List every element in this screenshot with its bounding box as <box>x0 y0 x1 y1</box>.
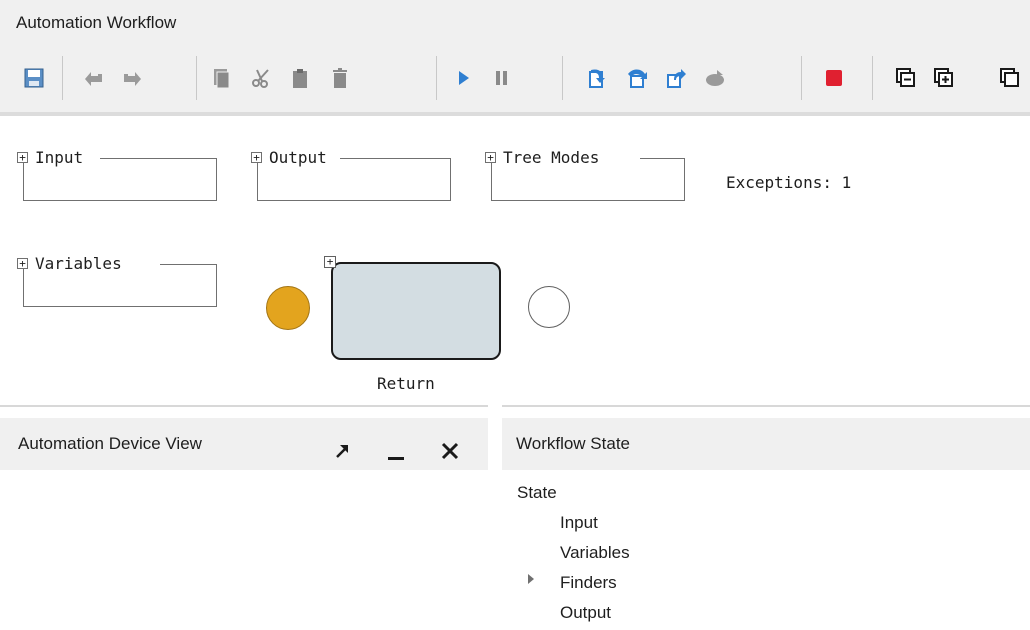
expand-all-button[interactable] <box>927 62 959 94</box>
toolbar-separator <box>801 56 802 100</box>
workflow-canvas[interactable]: + Input + Output + Tree Modes Exceptions… <box>0 116 1030 401</box>
return-activity[interactable] <box>331 262 501 360</box>
scissors-icon <box>252 69 269 88</box>
run-button[interactable] <box>447 62 479 94</box>
toolbar-separator <box>436 56 437 100</box>
toolbar-separator <box>62 56 63 100</box>
device-view-title: Automation Device View <box>18 434 202 453</box>
exceptions-count[interactable]: Exceptions: 1 <box>726 173 851 192</box>
device-view-pane: Automation Device View <box>0 418 488 630</box>
pane-separator <box>502 405 1030 407</box>
window-icon <box>1000 68 1019 87</box>
variables-group-label: Variables <box>32 254 125 273</box>
step-into-button[interactable] <box>581 62 613 94</box>
workflow-state-header: Workflow State <box>502 418 1030 470</box>
breakpoint-button[interactable] <box>699 62 731 94</box>
tree-item-input[interactable]: Input <box>560 508 598 538</box>
output-group-label: Output <box>266 148 330 167</box>
expand-icon <box>934 68 953 87</box>
step-out-icon <box>667 69 686 88</box>
save-button[interactable] <box>18 62 50 94</box>
toolbar <box>0 46 1030 112</box>
step-into-icon <box>589 69 605 88</box>
save-icon <box>24 68 44 88</box>
app-title-bar: Automation Workflow <box>0 0 1030 46</box>
redo-icon <box>124 72 141 86</box>
undock-button[interactable] <box>330 432 354 458</box>
trash-icon <box>333 68 347 88</box>
toolbar-separator <box>196 56 197 100</box>
collapse-icon <box>896 68 915 87</box>
tree-item-state[interactable]: State <box>517 478 557 508</box>
app-title: Automation Workflow <box>16 13 177 32</box>
device-view-header: Automation Device View <box>0 418 488 470</box>
group-frame-top <box>640 158 684 159</box>
redo-button[interactable] <box>116 62 148 94</box>
group-frame-top <box>340 158 450 159</box>
stop-button[interactable] <box>818 62 850 94</box>
paste-button[interactable] <box>284 62 316 94</box>
activity-expander[interactable]: + <box>324 256 336 268</box>
copy-icon <box>214 69 230 89</box>
stop-icon <box>826 70 842 86</box>
undock-arrow-icon <box>336 445 348 458</box>
undo-button[interactable] <box>78 62 110 94</box>
step-over-icon <box>628 69 647 88</box>
variables-expander[interactable]: + <box>17 258 28 269</box>
input-expander[interactable]: + <box>17 152 28 163</box>
pane-separator <box>0 405 488 407</box>
collapse-all-button[interactable] <box>889 62 921 94</box>
activity-label: Return <box>377 374 435 393</box>
output-expander[interactable]: + <box>251 152 262 163</box>
step-over-button[interactable] <box>621 62 653 94</box>
cut-button[interactable] <box>245 62 277 94</box>
delete-button[interactable] <box>324 62 356 94</box>
copy-button[interactable] <box>205 62 237 94</box>
paste-icon <box>293 69 307 88</box>
tree-item-output[interactable]: Output <box>560 598 611 628</box>
start-node[interactable] <box>266 286 310 330</box>
tree-modes-group-label: Tree Modes <box>500 148 603 167</box>
group-frame-top <box>100 158 216 159</box>
tree-modes-expander[interactable]: + <box>485 152 496 163</box>
window-button[interactable] <box>994 62 1026 94</box>
tree-expand-caret-icon[interactable] <box>528 574 534 584</box>
toolbar-separator <box>562 56 563 100</box>
play-icon <box>459 71 469 85</box>
minimize-button[interactable] <box>384 432 408 460</box>
workflow-state-pane: Workflow State State Input Variables Fin… <box>502 418 1030 630</box>
end-node[interactable] <box>528 286 570 328</box>
workflow-state-title: Workflow State <box>516 434 631 453</box>
minimize-icon <box>388 457 404 460</box>
breakpoint-icon <box>706 70 724 86</box>
close-button[interactable] <box>438 432 462 460</box>
pause-button[interactable] <box>486 62 518 94</box>
step-out-button[interactable] <box>660 62 692 94</box>
toolbar-separator <box>872 56 873 100</box>
group-frame-top <box>160 264 216 265</box>
close-icon <box>441 442 459 460</box>
tree-item-variables[interactable]: Variables <box>560 538 630 568</box>
undo-icon <box>85 72 102 86</box>
input-group-label: Input <box>32 148 87 167</box>
pause-icon <box>496 71 507 85</box>
tree-item-finders[interactable]: Finders <box>560 568 617 598</box>
